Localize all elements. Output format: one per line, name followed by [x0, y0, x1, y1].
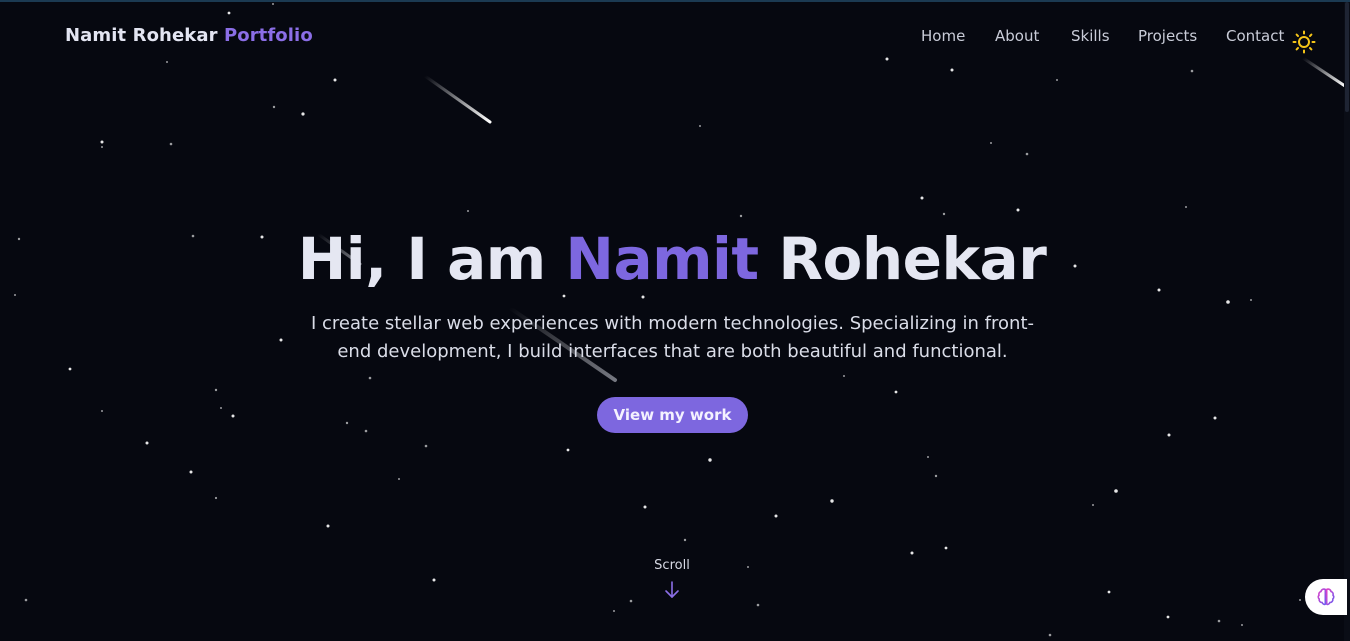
hero-last-name: Rohekar [778, 225, 1047, 293]
star [1048, 633, 1052, 637]
star [843, 375, 845, 377]
star [345, 421, 349, 425]
star [643, 505, 647, 509]
star [100, 140, 104, 144]
page-scrollbar-thumb[interactable] [1345, 2, 1349, 112]
star [1166, 615, 1170, 619]
star [613, 610, 615, 612]
star [1107, 590, 1111, 594]
star [920, 196, 924, 200]
arrow-down-icon [665, 581, 679, 598]
brand-accent: Portfolio [223, 25, 313, 46]
top-navigation: Namit Rohekar Portfolio Home About Skill… [0, 0, 1344, 76]
hero-subtitle: I create stellar web experiences with mo… [310, 313, 1035, 362]
star [101, 146, 103, 148]
star [14, 294, 16, 296]
star [333, 78, 337, 82]
star [145, 441, 149, 445]
star [1213, 416, 1217, 420]
star [424, 444, 428, 448]
star [683, 538, 687, 542]
nav-link-about[interactable]: About [995, 27, 1039, 45]
hero-title: Hi, I am Namit Rohekar [0, 225, 1344, 293]
assistant-widget-button[interactable] [1305, 579, 1347, 615]
star [1185, 206, 1187, 208]
star [894, 390, 898, 394]
brain-icon [1317, 588, 1335, 606]
star [467, 210, 469, 212]
star [699, 125, 701, 127]
star [944, 546, 948, 550]
star [220, 407, 222, 409]
nav-link-home[interactable]: Home [921, 27, 965, 45]
star [1056, 79, 1058, 81]
star [68, 367, 72, 371]
star [708, 458, 712, 462]
star [566, 448, 570, 452]
star [739, 214, 743, 218]
star [398, 478, 400, 480]
star [990, 142, 992, 144]
star [1092, 504, 1094, 506]
star [641, 295, 645, 299]
star [1217, 619, 1221, 623]
scroll-indicator[interactable]: Scroll [622, 558, 722, 599]
view-my-work-button[interactable]: View my work [597, 397, 748, 433]
star [934, 474, 938, 478]
hero-greeting: Hi, I am [297, 225, 547, 293]
star [326, 524, 330, 528]
star [279, 338, 283, 342]
hero-first-name: Namit [565, 225, 759, 293]
shooting-star [423, 74, 492, 124]
star [1025, 152, 1029, 156]
star [301, 112, 305, 116]
star [364, 429, 368, 433]
brand-logo[interactable]: Namit Rohekar Portfolio [65, 25, 313, 46]
star [830, 499, 834, 503]
star [1299, 599, 1301, 601]
brand-name: Namit Rohekar [65, 25, 218, 46]
nav-link-contact[interactable]: Contact [1226, 27, 1284, 45]
sun-icon [1292, 30, 1316, 54]
theme-toggle-button[interactable] [1292, 30, 1316, 54]
star [747, 566, 749, 568]
star [1167, 433, 1171, 437]
star [942, 212, 946, 216]
star [910, 551, 914, 555]
star [231, 414, 235, 418]
star [1016, 208, 1020, 212]
star [629, 599, 633, 603]
star [214, 388, 218, 392]
star [1114, 489, 1118, 493]
star [756, 603, 760, 607]
star [214, 496, 218, 500]
star [169, 142, 173, 146]
star [1226, 300, 1230, 304]
star [774, 514, 778, 518]
star [432, 578, 436, 582]
star [562, 294, 566, 298]
star [24, 598, 28, 602]
star [189, 470, 193, 474]
scroll-label: Scroll [654, 558, 690, 573]
star [927, 456, 929, 458]
star [101, 410, 103, 412]
star [368, 376, 372, 380]
star [1250, 299, 1252, 301]
nav-link-skills[interactable]: Skills [1071, 27, 1110, 45]
nav-link-projects[interactable]: Projects [1138, 27, 1197, 45]
star [272, 105, 276, 109]
star [1241, 624, 1243, 626]
